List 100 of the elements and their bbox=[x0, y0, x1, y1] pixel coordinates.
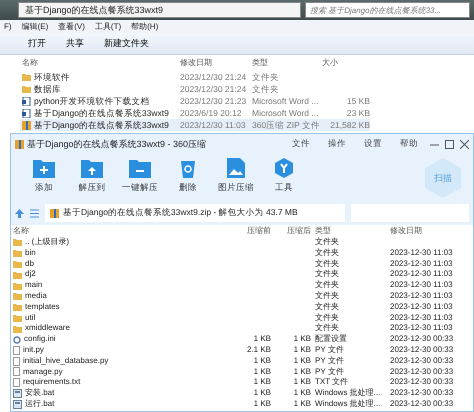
address-bar[interactable]: 基于Django的在线点餐系统33wxt9 bbox=[18, 2, 301, 18]
table-cell-text: 2023/12/30 21:24 bbox=[179, 83, 248, 95]
column-header[interactable]: 类型 bbox=[250, 55, 320, 71]
table-cell-text: 1 KB bbox=[252, 366, 272, 378]
batch-file-icon bbox=[13, 400, 22, 409]
up-arrow-icon[interactable] bbox=[15, 208, 24, 218]
menu-item[interactable]: 帮助 bbox=[394, 138, 424, 150]
file-name[interactable]: 运行.bat bbox=[11, 398, 211, 410]
window-title: 基于Django的在线点餐系统33wxt9 - 360压缩 bbox=[27, 138, 206, 150]
menu-item[interactable]: 设置 bbox=[358, 138, 388, 150]
table-cell-text: 2023-12-30 11:03 bbox=[389, 302, 454, 313]
file-name[interactable]: config.ini bbox=[11, 334, 211, 345]
file-name[interactable]: db bbox=[11, 258, 211, 270]
table-cell-text: 1 KB bbox=[292, 388, 312, 399]
column-header[interactable]: 名称 bbox=[11, 225, 211, 237]
table-cell-text: PY 文件 bbox=[314, 344, 345, 356]
trash-icon bbox=[180, 158, 196, 178]
table-cell-text: 1 KB bbox=[292, 334, 312, 345]
table-cell-text: 1 KB bbox=[292, 366, 312, 378]
close-icon[interactable] bbox=[460, 140, 469, 148]
table-cell-text: 2.1 KB bbox=[246, 344, 272, 356]
table-cell-text: 2023-12-30 00:33 bbox=[389, 356, 454, 367]
file-name[interactable]: init.py bbox=[11, 344, 211, 356]
table-cell-text: 文件夹 bbox=[314, 323, 340, 334]
table-cell-text: 文件夹 bbox=[314, 290, 340, 302]
toolbar-button[interactable]: 打开 bbox=[28, 37, 46, 50]
table-cell-text: 2023-12-30 00:33 bbox=[389, 366, 454, 378]
file-name[interactable]: bin bbox=[11, 248, 211, 259]
table-cell-text: Windows 批处理... bbox=[314, 388, 382, 399]
table-cell-text: 文件夹 bbox=[251, 71, 280, 83]
column-header[interactable]: 修改日期 bbox=[388, 225, 473, 237]
file-name[interactable]: requirements.txt bbox=[11, 377, 211, 388]
image-icon bbox=[227, 158, 245, 178]
table-cell-text: 1 KB bbox=[252, 334, 272, 345]
file-name-text: .. (上级目录) bbox=[25, 237, 69, 248]
table-cell-text: Microsoft Word ... bbox=[251, 107, 320, 119]
file-name[interactable]: 安装.bat bbox=[11, 388, 211, 399]
file-name-text: init.py bbox=[23, 344, 44, 356]
table-cell-text: 2023-12-30 11:03 bbox=[389, 280, 454, 291]
menu-item[interactable]: 查看(V) bbox=[58, 21, 85, 32]
search-field[interactable] bbox=[351, 204, 469, 222]
file-name-text: dj2 bbox=[25, 269, 36, 280]
file-name[interactable]: python开发环境软件下载文档 bbox=[20, 95, 178, 107]
file-name[interactable]: 数据库 bbox=[20, 83, 178, 95]
table-cell-text: 1 KB bbox=[252, 356, 272, 367]
file-name[interactable]: util bbox=[11, 312, 211, 324]
file-name-text: python开发环境软件下载文档 bbox=[34, 95, 150, 107]
table-cell-text: 1 KB bbox=[252, 377, 272, 388]
file-name[interactable]: .. (上级目录) bbox=[11, 237, 211, 248]
table-cell-text: 2023-12-30 00:33 bbox=[389, 334, 454, 345]
table-cell: 21,582 KB bbox=[320, 119, 370, 131]
table-cell-text: 文件夹 bbox=[314, 280, 340, 291]
file-name[interactable]: 环境软件 bbox=[20, 71, 178, 83]
toolbar-button[interactable]: 共享 bbox=[66, 37, 84, 50]
table-cell-text: TXT 文件 bbox=[314, 377, 350, 388]
column-header[interactable]: 压缩后 bbox=[273, 225, 313, 237]
table-cell-text: PY 文件 bbox=[314, 356, 345, 367]
toolbar-button[interactable]: 解压到 bbox=[77, 158, 107, 194]
table-cell-text: 2023-12-30 00:33 bbox=[389, 388, 454, 399]
file-name-text: xmiddleware bbox=[25, 323, 70, 334]
toolbar-button[interactable]: 工具 bbox=[269, 158, 299, 194]
folder-plus-icon bbox=[33, 158, 55, 178]
file-name-text: media bbox=[25, 290, 47, 302]
file-name[interactable]: xmiddleware bbox=[11, 323, 211, 334]
table-cell-text: 文件夹 bbox=[314, 269, 340, 280]
maximize-icon[interactable] bbox=[445, 140, 454, 148]
file-name[interactable]: manage.py bbox=[11, 366, 211, 378]
menu-item[interactable]: 文件 bbox=[286, 138, 316, 150]
file-name-text: util bbox=[25, 312, 36, 324]
file-name-text: 运行.bat bbox=[25, 398, 54, 410]
list-icon[interactable] bbox=[30, 208, 39, 218]
column-header[interactable]: 压缩前 bbox=[211, 225, 273, 237]
file-name-text: 安装.bat bbox=[25, 388, 54, 399]
table-cell-text: 2023-12-30 11:03 bbox=[389, 269, 454, 280]
column-header[interactable]: 类型 bbox=[313, 225, 388, 237]
column-header[interactable]: 名称 bbox=[20, 55, 178, 71]
column-header[interactable]: 大小 bbox=[320, 55, 370, 71]
file-name[interactable]: initial_hive_database.py bbox=[11, 356, 211, 367]
toolbar-button[interactable]: 新建文件夹 bbox=[104, 37, 149, 50]
file-name[interactable]: main bbox=[11, 280, 211, 291]
file-name[interactable]: templates bbox=[11, 302, 211, 313]
table-cell-text: 2023-12-30 00:33 bbox=[389, 344, 454, 356]
menu-item[interactable]: F) bbox=[4, 22, 12, 31]
column-header[interactable]: 修改日期 bbox=[178, 55, 250, 71]
menu-item[interactable]: 工具(T) bbox=[94, 21, 122, 32]
search-field[interactable]: 搜索 基于Django的在线点餐系统33... bbox=[305, 2, 470, 18]
toolbar-button[interactable]: 图片压缩 bbox=[221, 158, 251, 194]
menu-item[interactable]: 帮助(H) bbox=[131, 21, 158, 32]
path-field[interactable]: 基于Django的在线点餐系统33wxt9.zip - 解包大小为 43.7 MB bbox=[45, 204, 345, 222]
table-cell-text: 2023/12/30 21:24 bbox=[179, 71, 248, 83]
table-cell-text: Windows 批处理... bbox=[314, 398, 382, 410]
toolbar-button[interactable]: 添加 bbox=[29, 158, 59, 194]
table-cell-text: PY 文件 bbox=[314, 366, 345, 377]
file-name[interactable]: dj2 bbox=[11, 269, 211, 280]
toolbar-button[interactable]: 删除 bbox=[173, 158, 203, 194]
file-name[interactable]: media bbox=[11, 290, 211, 302]
folder-upload-icon bbox=[81, 158, 103, 178]
menu-item[interactable]: 编辑(E) bbox=[22, 21, 48, 32]
table-cell-text: 2023-12-30 00:33 bbox=[389, 398, 454, 410]
menu-item[interactable]: 操作 bbox=[322, 138, 352, 150]
